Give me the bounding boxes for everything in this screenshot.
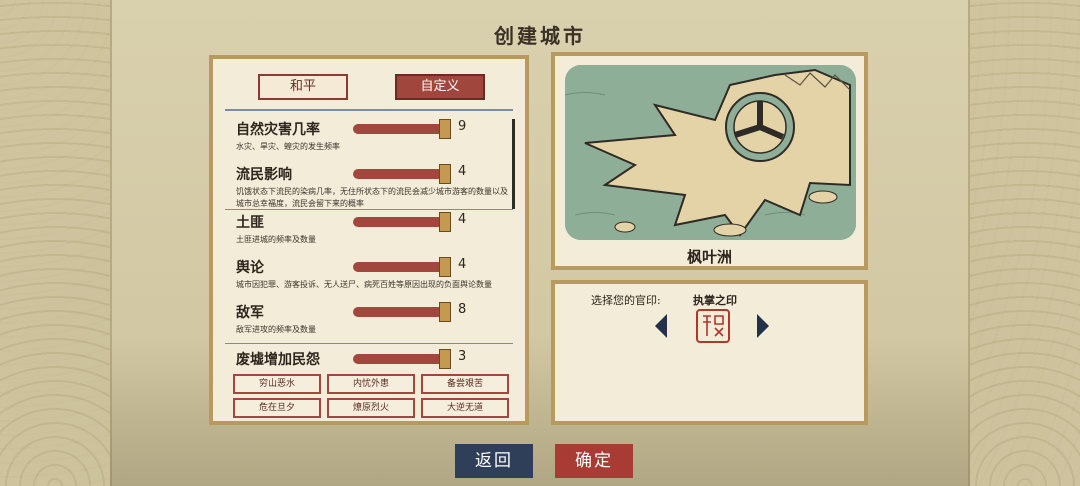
map-panel: 枫叶洲 [551, 52, 868, 270]
preset-button[interactable]: 危在旦夕 [233, 398, 321, 418]
slider-handle[interactable] [439, 257, 451, 277]
setting-slider[interactable] [353, 212, 451, 232]
tab-peace[interactable]: 和平 [258, 74, 348, 100]
page-title: 创建城市 [494, 24, 586, 48]
preset-button[interactable]: 穷山恶水 [233, 374, 321, 394]
map-preview[interactable] [565, 65, 856, 240]
divider [225, 343, 513, 344]
setting-slider[interactable] [353, 257, 451, 277]
settings-panel: 和平 自定义 自然灾害几率 9 水灾、旱灾、蝗灾的发生频率 流民影响 4 饥饿状… [209, 55, 529, 425]
slider-handle[interactable] [439, 302, 451, 322]
slider-handle[interactable] [439, 119, 451, 139]
setting-label: 自然灾害几率 [236, 122, 320, 138]
maple-leaf-map-icon [565, 65, 856, 240]
setting-desc: 土匪进城的频率及数量 [236, 235, 316, 244]
setting-label: 舆论 [236, 260, 264, 276]
slider-handle[interactable] [439, 349, 451, 369]
slider-handle[interactable] [439, 164, 451, 184]
seal-panel: 选择您的官印: 执掌之印 [551, 280, 868, 425]
prev-seal-arrow-icon[interactable] [655, 314, 667, 338]
seal-prompt: 选择您的官印: [591, 294, 661, 307]
setting-desc: 城市因犯罪、游客投诉、无人送尸、病死百姓等原因出现的负面舆论数量 [236, 280, 492, 289]
mode-tabs: 和平 自定义 [213, 74, 525, 104]
divider [225, 109, 513, 111]
setting-value: 4 [458, 164, 467, 179]
setting-desc: 饥饿状态下流民的染病几率，无住所状态下的流民会减少城市游客的数量以及城市总幸福度… [236, 187, 508, 208]
map-name: 枫叶洲 [686, 248, 732, 266]
setting-label: 土匪 [236, 215, 264, 231]
setting-slider[interactable] [353, 349, 451, 369]
preset-button[interactable]: 燎原烈火 [327, 398, 415, 418]
setting-desc: 水灾、旱灾、蝗灾的发生频率 [236, 142, 340, 151]
setting-value: 3 [458, 349, 467, 364]
wave-pattern-left [0, 0, 110, 486]
seal-name: 执掌之印 [693, 294, 737, 307]
confirm-button[interactable]: 确定 [555, 444, 633, 478]
setting-desc: 敌军进攻的频率及数量 [236, 325, 316, 334]
wave-pattern-right [970, 0, 1080, 486]
back-button[interactable]: 返回 [455, 444, 533, 478]
setting-label: 敌军 [236, 305, 264, 321]
preset-button[interactable]: 内忧外患 [327, 374, 415, 394]
tab-custom[interactable]: 自定义 [395, 74, 485, 100]
setting-slider[interactable] [353, 164, 451, 184]
setting-label: 流民影响 [236, 167, 292, 183]
divider [225, 209, 513, 210]
next-seal-arrow-icon[interactable] [757, 314, 769, 338]
setting-value: 9 [458, 119, 467, 134]
seal-stamp-icon [695, 308, 731, 344]
setting-slider[interactable] [353, 302, 451, 322]
preset-button[interactable]: 备尝艰苦 [421, 374, 509, 394]
setting-slider[interactable] [353, 119, 451, 139]
slider-handle[interactable] [439, 212, 451, 232]
setting-value: 4 [458, 212, 467, 227]
setting-value: 8 [458, 302, 467, 317]
preset-button[interactable]: 大逆无道 [421, 398, 509, 418]
scrollbar[interactable] [512, 119, 515, 209]
setting-value: 4 [458, 257, 467, 272]
setting-label: 废墟增加民怨 [236, 352, 320, 368]
